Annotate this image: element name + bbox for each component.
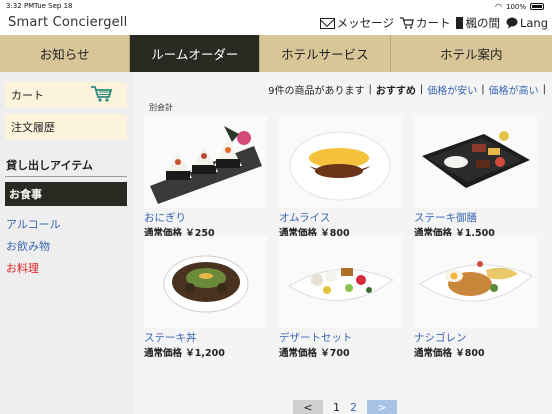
mail-icon (319, 17, 335, 29)
sidebar: カート 注文履歴 貸し出しアイテム お食事 アルコール お飲み物 お料理 (0, 72, 133, 414)
header-actions: メッセージ カート 楓の間 Lang (319, 15, 548, 31)
room-label: 楓の間 (465, 16, 500, 30)
sidebar-cart-button[interactable]: カート (5, 82, 127, 108)
sidebar-item-dishes[interactable]: お料理 (6, 260, 39, 276)
product-image-nasi-goreng[interactable] (414, 236, 537, 328)
messages-label: メッセージ (336, 16, 394, 30)
product-name[interactable]: オムライス (279, 210, 402, 225)
product-image-steak-set[interactable] (414, 116, 537, 208)
product-name[interactable]: おにぎり (144, 210, 267, 225)
cart-icon (91, 86, 113, 102)
app-title: Smart Conciergell (8, 15, 128, 30)
product-card-nasi-goreng[interactable]: ナシゴレン 通常価格 ￥800 (414, 236, 537, 359)
product-card-dessert-set[interactable]: デザートセット 通常価格 ￥700 (279, 236, 402, 359)
product-price: 通常価格 ￥1,200 (144, 348, 225, 359)
product-image-dessert-set[interactable] (279, 236, 402, 328)
sidebar-cart-label: カート (11, 89, 44, 102)
room-button[interactable]: 楓の間 (456, 15, 500, 31)
speech-bubble-icon (506, 17, 518, 29)
sort-bar: 9件の商品があります | おすすめ | 価格が安い | 価格が高い | (268, 82, 546, 97)
result-count: 9件の商品があります (268, 86, 365, 97)
sidebar-section-title[interactable]: 貸し出しアイテム (6, 157, 93, 173)
page-1[interactable]: 1 (333, 401, 340, 414)
product-image-steak-bowl[interactable] (144, 236, 267, 328)
product-name[interactable]: ナシゴレン (414, 330, 537, 345)
product-card-steak-bowl[interactable]: ステーキ丼 通常価格 ￥1,200 (144, 236, 267, 359)
product-card-omurice[interactable]: オムライス 通常価格 ￥800 (279, 116, 402, 239)
page-2[interactable]: 2 (350, 401, 357, 414)
product-card-steak-set[interactable]: ステーキ御膳 通常価格 ￥1,500 (414, 116, 537, 239)
next-page-button[interactable]: > (367, 400, 397, 414)
product-price: 通常価格 ￥800 (414, 348, 485, 359)
language-button[interactable]: Lang (506, 16, 548, 30)
sort-price-high[interactable]: 価格が高い (489, 82, 539, 97)
pagination: < 1 2 > (293, 400, 397, 414)
main-tabs: お知らせ ルームオーダー ホテルサービス ホテル案内 (0, 35, 552, 72)
app-header: Smart Conciergell メッセージ カート 楓の間 Lang (0, 12, 552, 34)
product-name[interactable]: ステーキ丼 (144, 330, 267, 345)
prev-page-button[interactable]: < (293, 400, 323, 414)
sort-separator: | (481, 84, 485, 95)
battery-percent: 100% (505, 2, 526, 11)
status-right: ◠ 100% (495, 2, 544, 11)
separate-bill-label: 別会計 (149, 103, 173, 112)
tab-hotel-guide[interactable]: ホテル案内 (391, 35, 552, 72)
cart-icon (399, 17, 414, 29)
tab-room-order[interactable]: ルームオーダー (130, 35, 261, 72)
product-card-onigiri[interactable]: おにぎり 通常価格 ￥250 (144, 116, 267, 239)
status-time: 3:32 PM (6, 2, 35, 10)
status-bar: 3:32 PM Tue Sep 18 ◠ 100% (0, 0, 552, 12)
sort-price-low[interactable]: 価格が安い (427, 82, 477, 97)
sort-separator: | (368, 84, 372, 95)
sidebar-history-button[interactable]: 注文履歴 (5, 114, 127, 140)
tab-hotel-service[interactable]: ホテルサービス (260, 35, 391, 72)
language-label: Lang (519, 16, 548, 30)
messages-button[interactable]: メッセージ (319, 15, 394, 31)
status-date: Tue Sep 18 (34, 2, 73, 10)
battery-icon (530, 3, 544, 10)
tab-news[interactable]: お知らせ (0, 35, 131, 72)
product-area: 9件の商品があります | おすすめ | 価格が安い | 価格が高い | 別会計 … (133, 72, 552, 414)
product-name[interactable]: ステーキ御膳 (414, 210, 537, 225)
wifi-icon: ◠ (495, 2, 502, 11)
sidebar-history-label: 注文履歴 (11, 121, 55, 134)
header-cart-button[interactable]: カート (399, 15, 451, 31)
product-image-onigiri[interactable] (144, 116, 267, 208)
sidebar-item-alcohol[interactable]: アルコール (6, 216, 61, 232)
product-name[interactable]: デザートセット (279, 330, 402, 345)
sidebar-divider (5, 176, 127, 177)
sort-separator: | (542, 84, 546, 95)
header-cart-label: カート (415, 16, 451, 30)
product-price: 通常価格 ￥700 (279, 348, 350, 359)
sort-separator: | (419, 84, 424, 95)
product-image-omurice[interactable] (279, 116, 402, 208)
door-icon (456, 17, 464, 29)
sidebar-item-drinks[interactable]: お飲み物 (6, 238, 50, 254)
sidebar-item-meal[interactable]: お食事 (5, 182, 127, 206)
sort-recommend[interactable]: おすすめ (376, 82, 416, 97)
